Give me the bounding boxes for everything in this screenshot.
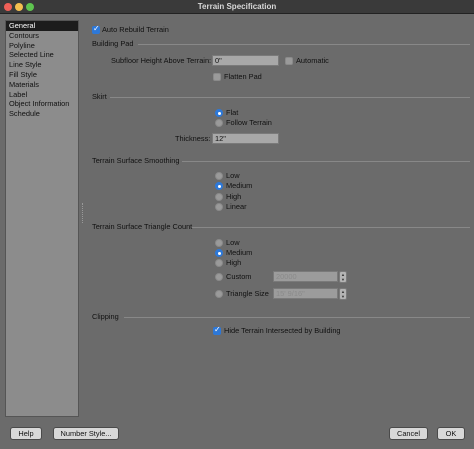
smoothing-linear-radio[interactable] xyxy=(215,203,223,211)
skirt-follow-terrain-radio[interactable] xyxy=(215,119,223,127)
triangle-size-stepper[interactable]: ▲ ▼ xyxy=(339,288,347,300)
smoothing-medium-label: Medium xyxy=(226,181,253,190)
sidebar-item-selected-line[interactable]: Selected Line xyxy=(6,50,78,60)
smoothing-low-label: Low xyxy=(226,171,240,180)
sidebar-item-general[interactable]: General xyxy=(6,21,78,31)
clipping-heading: Clipping xyxy=(92,312,119,321)
triangle-low-radio[interactable] xyxy=(215,239,223,247)
smoothing-high-label: High xyxy=(226,192,242,201)
skirt-follow-terrain-label: Follow Terrain xyxy=(226,118,272,127)
building-pad-heading: Building Pad xyxy=(92,39,134,48)
splitter-handle[interactable] xyxy=(82,203,84,223)
skirt-flat-radio[interactable] xyxy=(215,109,223,117)
sidebar-item-contours[interactable]: Contours xyxy=(6,31,78,41)
hide-terrain-checkbox[interactable] xyxy=(213,325,221,335)
triangle-custom-label: Custom xyxy=(226,272,252,281)
section-divider xyxy=(124,317,470,318)
smoothing-linear-label: Linear xyxy=(226,202,247,211)
auto-rebuild-checkbox[interactable] xyxy=(92,24,100,34)
category-sidebar[interactable]: General Contours Polyline Selected Line … xyxy=(5,20,79,417)
custom-count-field[interactable]: 20000 xyxy=(273,271,338,282)
sidebar-item-label[interactable]: Label xyxy=(6,90,78,100)
sidebar-item-schedule[interactable]: Schedule xyxy=(6,109,78,119)
automatic-label: Automatic xyxy=(296,56,329,65)
sidebar-item-polyline[interactable]: Polyline xyxy=(6,41,78,51)
triangle-medium-label: Medium xyxy=(226,248,253,257)
help-button[interactable]: Help xyxy=(10,427,42,440)
smoothing-low-radio[interactable] xyxy=(215,172,223,180)
hide-terrain-label: Hide Terrain Intersected by Building xyxy=(224,326,341,335)
triangle-size-radio[interactable] xyxy=(215,290,223,298)
triangle-high-radio[interactable] xyxy=(215,259,223,267)
triangle-custom-radio[interactable] xyxy=(215,273,223,281)
skirt-flat-label: Flat xyxy=(226,108,239,117)
smoothing-medium-radio[interactable] xyxy=(215,182,223,190)
section-divider xyxy=(110,97,470,98)
thickness-field[interactable]: 12" xyxy=(212,133,279,144)
sidebar-item-line-style[interactable]: Line Style xyxy=(6,60,78,70)
triangle-medium-radio[interactable] xyxy=(215,249,223,257)
subfloor-height-label: Subfloor Height Above Terrain: xyxy=(111,56,212,65)
cancel-button[interactable]: Cancel xyxy=(389,427,428,440)
skirt-heading: Skirt xyxy=(92,92,107,101)
triangle-count-heading: Terrain Surface Triangle Count xyxy=(92,222,193,231)
ok-button[interactable]: OK xyxy=(437,427,465,440)
window-title: Terrain Specification xyxy=(197,2,277,11)
section-divider xyxy=(138,44,470,45)
sidebar-item-materials[interactable]: Materials xyxy=(6,80,78,90)
section-divider xyxy=(182,161,470,162)
custom-count-stepper[interactable]: ▲ ▼ xyxy=(339,271,347,283)
smoothing-heading: Terrain Surface Smoothing xyxy=(92,156,180,165)
sidebar-item-object-information[interactable]: Object Information xyxy=(6,99,78,109)
number-style-button[interactable]: Number Style... xyxy=(53,427,119,440)
triangle-size-label: Triangle Size xyxy=(226,289,269,298)
section-divider xyxy=(192,227,470,228)
automatic-checkbox[interactable] xyxy=(285,57,293,65)
subfloor-height-field[interactable]: 0" xyxy=(212,55,279,66)
sidebar-item-fill-style[interactable]: Fill Style xyxy=(6,70,78,80)
triangle-low-label: Low xyxy=(226,238,240,247)
triangle-high-label: High xyxy=(226,258,242,267)
flatten-pad-label: Flatten Pad xyxy=(224,72,262,81)
auto-rebuild-label: Auto Rebuild Terrain xyxy=(102,25,169,34)
smoothing-high-radio[interactable] xyxy=(215,193,223,201)
triangle-size-field[interactable]: 15' 9/16" xyxy=(273,288,338,299)
thickness-label: Thickness: xyxy=(175,134,211,143)
title-bar: Terrain Specification xyxy=(0,0,474,14)
flatten-pad-checkbox[interactable] xyxy=(213,73,221,81)
